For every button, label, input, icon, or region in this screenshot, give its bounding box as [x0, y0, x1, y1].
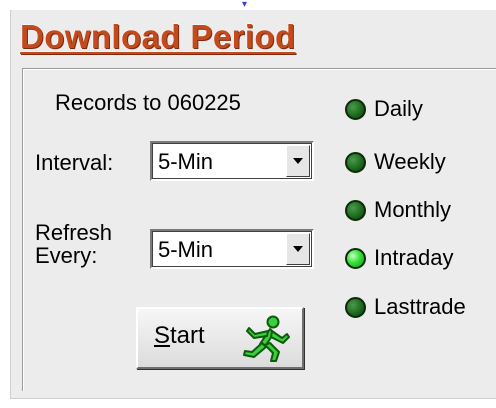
start-label-rest: tart [170, 322, 205, 349]
radio-indicator-icon [345, 152, 366, 173]
refresh-label-line1: Refresh [35, 220, 113, 245]
interval-label: Interval: [35, 150, 114, 175]
period-option-label: Weekly [374, 149, 446, 174]
interval-dropdown[interactable]: 5-Min [150, 141, 314, 181]
start-button-label: Start [154, 323, 205, 349]
resize-marker-icon: ▾ [242, 0, 248, 10]
interval-value: 5-Min [158, 149, 214, 174]
refresh-label-line2: Every: [35, 243, 98, 268]
section-title: Download Period [20, 18, 296, 55]
chevron-down-icon[interactable] [286, 145, 310, 177]
chevron-down-icon[interactable] [286, 233, 310, 265]
records-to-label: Records to 060225 [55, 90, 241, 115]
period-option-label: Intraday [374, 245, 454, 270]
radio-indicator-icon [345, 200, 366, 221]
refresh-every-dropdown[interactable]: 5-Min [150, 229, 314, 269]
radio-indicator-icon [345, 248, 366, 269]
period-option-label: Lasttrade [374, 294, 466, 319]
running-man-icon [243, 315, 290, 362]
start-button[interactable]: Start [136, 307, 304, 369]
start-mnemonic: S [154, 322, 171, 349]
radio-indicator-icon [345, 297, 366, 318]
radio-indicator-icon [345, 99, 366, 120]
refresh-value: 5-Min [158, 237, 214, 262]
period-option-label: Monthly [374, 197, 452, 222]
period-option-label: Daily [374, 96, 423, 121]
